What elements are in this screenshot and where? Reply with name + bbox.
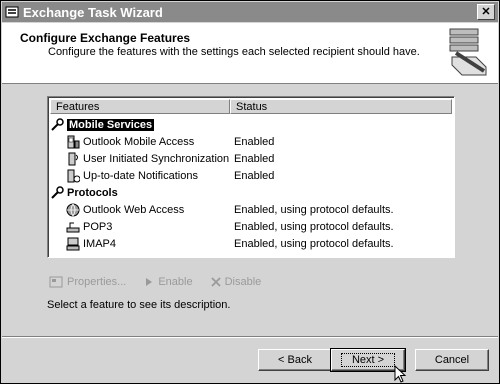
protocol-icon: [66, 237, 80, 251]
feature-name: POP3: [83, 221, 113, 233]
feature-toolbar: Properties... Enable Disable: [49, 276, 279, 288]
x-icon: [210, 277, 221, 287]
mobile-notification-icon: [67, 169, 80, 183]
title-bar[interactable]: Exchange Task Wizard ✕: [2, 2, 498, 22]
wrench-icon: [51, 186, 64, 199]
properties-button[interactable]: Properties...: [49, 276, 126, 288]
feature-status: Enabled: [234, 170, 275, 182]
page-subtitle: Configure the features with the settings…: [48, 46, 420, 58]
close-icon: ✕: [481, 5, 491, 18]
wizard-graphic-icon: [449, 28, 487, 76]
group-label: Mobile Services: [67, 119, 155, 131]
mouse-cursor-icon: [394, 365, 407, 383]
feature-status: Enabled: [234, 153, 275, 165]
column-header-features[interactable]: Features: [50, 99, 230, 114]
app-icon: [5, 6, 19, 18]
play-icon: [146, 278, 153, 286]
list-item-outlook-mobile-access[interactable]: Outlook Mobile Access Enabled: [50, 134, 274, 150]
wizard-window: Exchange Task Wizard ✕ Configure Exchang…: [0, 0, 500, 384]
properties-icon: [49, 276, 63, 288]
wizard-header: Configure Exchange Features Configure th…: [2, 23, 498, 84]
list-item-user-initiated-sync[interactable]: User Initiated Synchronization Enabled: [50, 151, 274, 167]
globe-icon: [66, 203, 80, 217]
window-title: Exchange Task Wizard: [23, 4, 163, 20]
feature-status: Enabled, using protocol defaults.: [234, 238, 394, 250]
protocol-icon: [66, 222, 80, 233]
group-mobile-services[interactable]: Mobile Services: [50, 117, 155, 133]
back-button[interactable]: < Back: [258, 349, 332, 371]
group-label: Protocols: [67, 187, 118, 199]
feature-name: Up-to-date Notifications: [83, 170, 198, 182]
back-label: < Back: [278, 354, 312, 366]
feature-status: Enabled, using protocol defaults.: [234, 204, 394, 216]
enable-label: Enable: [158, 276, 193, 288]
list-item-imap4[interactable]: IMAP4 Enabled, using protocol defaults.: [50, 236, 394, 252]
list-item-up-to-date-notifications[interactable]: Up-to-date Notifications Enabled: [50, 168, 274, 184]
feature-name: IMAP4: [83, 238, 117, 250]
next-label: Next >: [340, 353, 396, 367]
properties-label: Properties...: [67, 276, 127, 288]
mobile-sync-icon: [68, 152, 78, 166]
column-header-status[interactable]: Status: [230, 99, 452, 114]
group-protocols[interactable]: Protocols: [50, 185, 118, 201]
cancel-button[interactable]: Cancel: [415, 349, 489, 371]
page-title: Configure Exchange Features: [20, 31, 191, 45]
divider: [2, 337, 498, 338]
feature-status: Enabled: [234, 136, 275, 148]
feature-name: Outlook Mobile Access: [83, 136, 195, 148]
features-list[interactable]: Features Status Mobile Services Outlook …: [47, 96, 455, 258]
disable-button[interactable]: Disable: [210, 276, 262, 288]
list-item-outlook-web-access[interactable]: Outlook Web Access Enabled, using protoc…: [50, 202, 394, 218]
close-button[interactable]: ✕: [477, 4, 495, 20]
cancel-label: Cancel: [434, 354, 470, 366]
feature-status: Enabled, using protocol defaults.: [234, 221, 394, 233]
wrench-icon: [51, 118, 64, 131]
list-item-pop3[interactable]: POP3 Enabled, using protocol defaults.: [50, 219, 394, 235]
mobile-device-icon: [67, 135, 80, 149]
enable-button[interactable]: Enable: [144, 276, 193, 288]
feature-description: Select a feature to see its description.: [47, 299, 231, 311]
feature-name: User Initiated Synchronization: [83, 153, 230, 165]
feature-name: Outlook Web Access: [83, 204, 185, 216]
disable-label: Disable: [224, 276, 262, 288]
